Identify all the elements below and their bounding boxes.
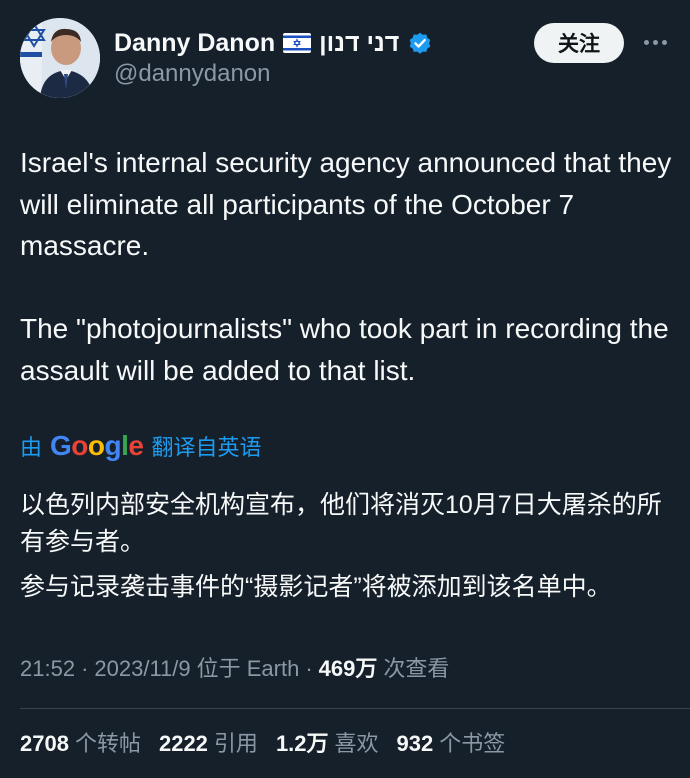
stat-label: 引用 xyxy=(213,731,258,756)
tweet-time[interactable]: 21:52 xyxy=(20,656,75,682)
translated-paragraph: 以色列内部安全机构宣布，他们将消灭10月7日大屠杀的所有参与者。 xyxy=(20,491,662,556)
views-label: 次查看 xyxy=(383,656,450,681)
tweet-text: Israel's internal security agency announ… xyxy=(20,142,680,391)
divider xyxy=(20,708,690,709)
stat-count: 932 xyxy=(396,731,434,756)
translation-suffix: 翻译自英语 xyxy=(151,435,262,460)
more-dots-icon[interactable] xyxy=(638,30,672,54)
tweet-paragraph: Israel's internal security agency announ… xyxy=(20,147,672,261)
views-count: 469万 xyxy=(318,656,378,681)
stat-reposts[interactable]: 2708 个转帖 xyxy=(20,726,141,758)
verified-badge-icon[interactable] xyxy=(407,30,433,56)
stat-count: 2222 xyxy=(158,731,208,756)
stat-bookmarks[interactable]: 932 个书签 xyxy=(397,726,506,758)
translation-prefix: 由 xyxy=(20,435,43,460)
tweet-date[interactable]: 2023/11/9 xyxy=(94,656,190,682)
meta-separator: · xyxy=(81,656,89,681)
stat-count: 1.2万 xyxy=(275,731,329,756)
author-hebrew-name[interactable]: דני דנון xyxy=(319,29,399,58)
translation-attribution[interactable]: 由 Google 翻译自英语 xyxy=(20,430,262,462)
meta-separator: · xyxy=(305,656,313,681)
tweet-meta: 21:52 · 2023/11/9 位于 Earth · 469万 次查看 xyxy=(20,651,449,683)
tweet-detail: Danny Danon דני דנון @dannydanon 关注 Isra… xyxy=(0,0,690,778)
translated-paragraph: 参与记录袭击事件的“摄影记者”将被添加到该名单中。 xyxy=(20,573,612,601)
avatar-image xyxy=(20,18,100,98)
author-name-row[interactable]: Danny Danon דני דנון xyxy=(114,27,433,59)
stat-quotes[interactable]: 2222 引用 xyxy=(159,726,258,758)
tweet-paragraph: The "photojournalists" who took part in … xyxy=(20,313,669,386)
stat-count: 2708 xyxy=(20,731,69,756)
stat-label: 个转帖 xyxy=(74,731,141,756)
engagement-stats: 2708 个转帖 2222 引用 1.2万 喜欢 932 个书签 xyxy=(20,726,505,758)
tweet-location: 位于 Earth xyxy=(196,656,300,681)
follow-button[interactable]: 关注 xyxy=(534,23,624,63)
translated-text: 以色列内部安全机构宣布，他们将消灭10月7日大屠杀的所有参与者。 参与记录袭击事… xyxy=(20,487,675,606)
israel-flag-icon xyxy=(283,33,312,53)
avatar[interactable] xyxy=(20,18,100,98)
author-display-name[interactable]: Danny Danon xyxy=(114,29,275,58)
stat-likes[interactable]: 1.2万 喜欢 xyxy=(276,726,379,758)
author-handle[interactable]: @dannydanon xyxy=(114,60,271,88)
stat-label: 喜欢 xyxy=(334,731,379,756)
google-logo-icon: Google xyxy=(50,430,144,461)
stat-label: 个书签 xyxy=(439,731,506,756)
